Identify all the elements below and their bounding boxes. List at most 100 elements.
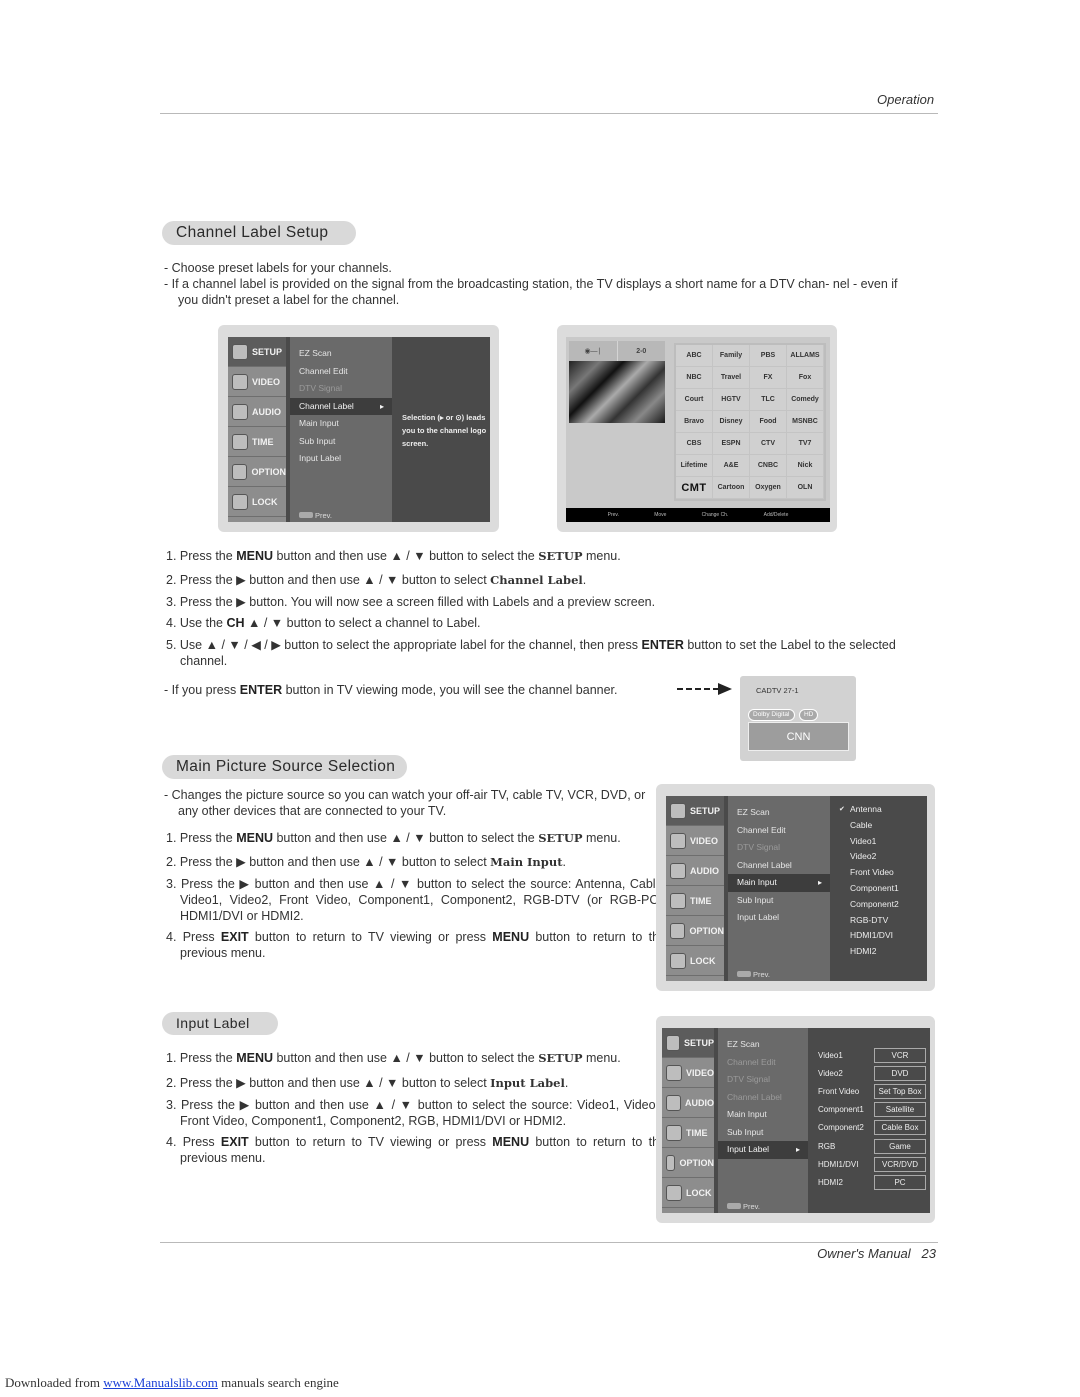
osd-tab-lock[interactable]: LOCK: [662, 1178, 714, 1208]
osd-tab-audio[interactable]: AUDIO: [228, 397, 286, 427]
source-option[interactable]: ✔ Antenna: [832, 802, 927, 818]
channel-logo-tile[interactable]: Disney: [713, 411, 750, 433]
osd-item-channel-edit[interactable]: Channel Edit: [728, 822, 830, 840]
osd-item-dtv-signal[interactable]: DTV Signal: [718, 1071, 808, 1089]
source-option[interactable]: Component2: [832, 897, 927, 913]
osd-item-sub-input[interactable]: Sub Input: [290, 433, 392, 451]
osd-tab-audio[interactable]: AUDIO: [662, 1088, 714, 1118]
input-label-value[interactable]: DVD: [874, 1065, 926, 1081]
channel-logo-tile[interactable]: Food: [750, 411, 787, 433]
osd-item-channel-edit[interactable]: Channel Edit: [718, 1054, 808, 1072]
osd-tab-time[interactable]: TIME: [228, 427, 286, 457]
osd-item-main-input[interactable]: Main Input: [728, 874, 830, 892]
input-label-row[interactable]: Front Video Set Top Box: [810, 1082, 930, 1100]
input-label-value[interactable]: PC: [874, 1174, 926, 1190]
input-label-row[interactable]: RGB Game: [810, 1137, 930, 1155]
source-option[interactable]: Component1: [832, 881, 927, 897]
osd-tab-setup[interactable]: SETUP: [662, 1028, 714, 1058]
osd-sidebar: SETUP VIDEO AUDIO TIME OPTION LOCK: [228, 337, 286, 522]
source-option[interactable]: Video2: [832, 849, 927, 865]
channel-logo-tile[interactable]: Comedy: [787, 389, 824, 411]
channel-logo-tile[interactable]: OLN: [787, 477, 824, 499]
input-label-value[interactable]: Cable Box: [874, 1120, 926, 1136]
input-label-value[interactable]: VCR/DVD: [874, 1156, 926, 1172]
osd-item-input-label[interactable]: Input Label: [728, 909, 830, 927]
channel-logo-tile[interactable]: MSNBC: [787, 411, 824, 433]
channel-logo-tile[interactable]: CBS: [676, 433, 713, 455]
osd-tab-time[interactable]: TIME: [662, 1118, 714, 1148]
channel-logo-tile[interactable]: Cartoon: [713, 477, 750, 499]
channel-logo-tile[interactable]: Court: [676, 389, 713, 411]
osd-item-input-label[interactable]: Input Label: [718, 1141, 808, 1159]
osd-tab-label: LOCK: [252, 496, 278, 507]
channel-logo-tile[interactable]: ABC: [676, 345, 713, 367]
input-label-row[interactable]: HDMI1/DVI VCR/DVD: [810, 1155, 930, 1173]
osd-item-main-input[interactable]: Main Input: [718, 1106, 808, 1124]
channel-logo-tile[interactable]: Lifetime: [676, 455, 713, 477]
input-label-row[interactable]: Component2 Cable Box: [810, 1119, 930, 1137]
source-option[interactable]: HDMI2: [832, 944, 927, 960]
input-name: Video1: [818, 1050, 843, 1060]
osd-item-channel-label[interactable]: Channel Label: [718, 1089, 808, 1107]
osd-tab-lock[interactable]: LOCK: [666, 946, 724, 976]
channel-logo-tile[interactable]: Oxygen: [750, 477, 787, 499]
input-label-row[interactable]: Component1 Satellite: [810, 1101, 930, 1119]
channel-logo-tile[interactable]: Nick: [787, 455, 824, 477]
osd-item-main-input[interactable]: Main Input: [290, 415, 392, 433]
osd-item-dtv-signal[interactable]: DTV Signal: [290, 380, 392, 398]
channel-logo-tile[interactable]: CMT: [676, 477, 713, 499]
osd-item-channel-edit[interactable]: Channel Edit: [290, 363, 392, 381]
input-label-value[interactable]: Set Top Box: [874, 1083, 926, 1099]
osd-tab-video[interactable]: VIDEO: [228, 367, 286, 397]
osd-item-ez-scan[interactable]: EZ Scan: [728, 804, 830, 822]
source-option[interactable]: HDMI1/DVI: [832, 928, 927, 944]
input-label-value[interactable]: Game: [874, 1138, 926, 1154]
osd-item-ez-scan[interactable]: EZ Scan: [290, 345, 392, 363]
osd-tab-video[interactable]: VIDEO: [666, 826, 724, 856]
osd-tab-option[interactable]: OPTION: [666, 916, 724, 946]
input-label-row[interactable]: Video1 VCR: [810, 1046, 930, 1064]
osd-tab-audio[interactable]: AUDIO: [666, 856, 724, 886]
osd-tab-setup[interactable]: SETUP: [666, 796, 724, 826]
osd-item-channel-label[interactable]: Channel Label: [290, 397, 392, 415]
osd-item-dtv-signal[interactable]: DTV Signal: [728, 839, 830, 857]
lock-icon: [232, 493, 248, 510]
osd-tab-option[interactable]: OPTION: [228, 457, 286, 487]
input-label-row[interactable]: HDMI2 PC: [810, 1173, 930, 1191]
channel-logo-tile[interactable]: Family: [713, 345, 750, 367]
channel-logo-tile[interactable]: Fox: [787, 367, 824, 389]
osd-item-sub-input[interactable]: Sub Input: [718, 1124, 808, 1142]
channel-logo-tile[interactable]: Bravo: [676, 411, 713, 433]
channel-logo-tile[interactable]: PBS: [750, 345, 787, 367]
channel-logo-tile[interactable]: HGTV: [713, 389, 750, 411]
source-option[interactable]: Cable: [832, 818, 927, 834]
input-label-row[interactable]: Video2 DVD: [810, 1064, 930, 1082]
instruction-step: 4. Press EXIT button to return to TV vie…: [166, 930, 666, 960]
channel-logo-tile[interactable]: TV7: [787, 433, 824, 455]
channel-logo-tile[interactable]: Travel: [713, 367, 750, 389]
osd-tab-time[interactable]: TIME: [666, 886, 724, 916]
osd-tab-video[interactable]: VIDEO: [662, 1058, 714, 1088]
osd-item-sub-input[interactable]: Sub Input: [728, 892, 830, 910]
channel-logo-tile[interactable]: ALLAMS: [787, 345, 824, 367]
osd-tab-setup[interactable]: SETUP: [228, 337, 286, 367]
osd-tab-option[interactable]: OPTION: [662, 1148, 714, 1178]
step-text: .: [562, 855, 566, 869]
source-option[interactable]: Video1: [832, 834, 927, 850]
source-option[interactable]: RGB-DTV: [832, 913, 927, 929]
source-option[interactable]: Front Video: [832, 865, 927, 881]
channel-logo-tile[interactable]: CNBC: [750, 455, 787, 477]
input-label-value[interactable]: VCR: [874, 1047, 926, 1063]
channel-logo-tile[interactable]: A&E: [713, 455, 750, 477]
input-label-value[interactable]: Satellite: [874, 1102, 926, 1118]
osd-item-channel-label[interactable]: Channel Label: [728, 857, 830, 875]
osd-item-input-label[interactable]: Input Label: [290, 450, 392, 468]
manualslib-link[interactable]: www.Manualslib.com: [103, 1375, 218, 1390]
channel-logo-tile[interactable]: ESPN: [713, 433, 750, 455]
channel-logo-tile[interactable]: FX: [750, 367, 787, 389]
channel-logo-tile[interactable]: TLC: [750, 389, 787, 411]
osd-item-ez-scan[interactable]: EZ Scan: [718, 1036, 808, 1054]
osd-tab-lock[interactable]: LOCK: [228, 487, 286, 517]
channel-logo-tile[interactable]: CTV: [750, 433, 787, 455]
channel-logo-tile[interactable]: NBC: [676, 367, 713, 389]
